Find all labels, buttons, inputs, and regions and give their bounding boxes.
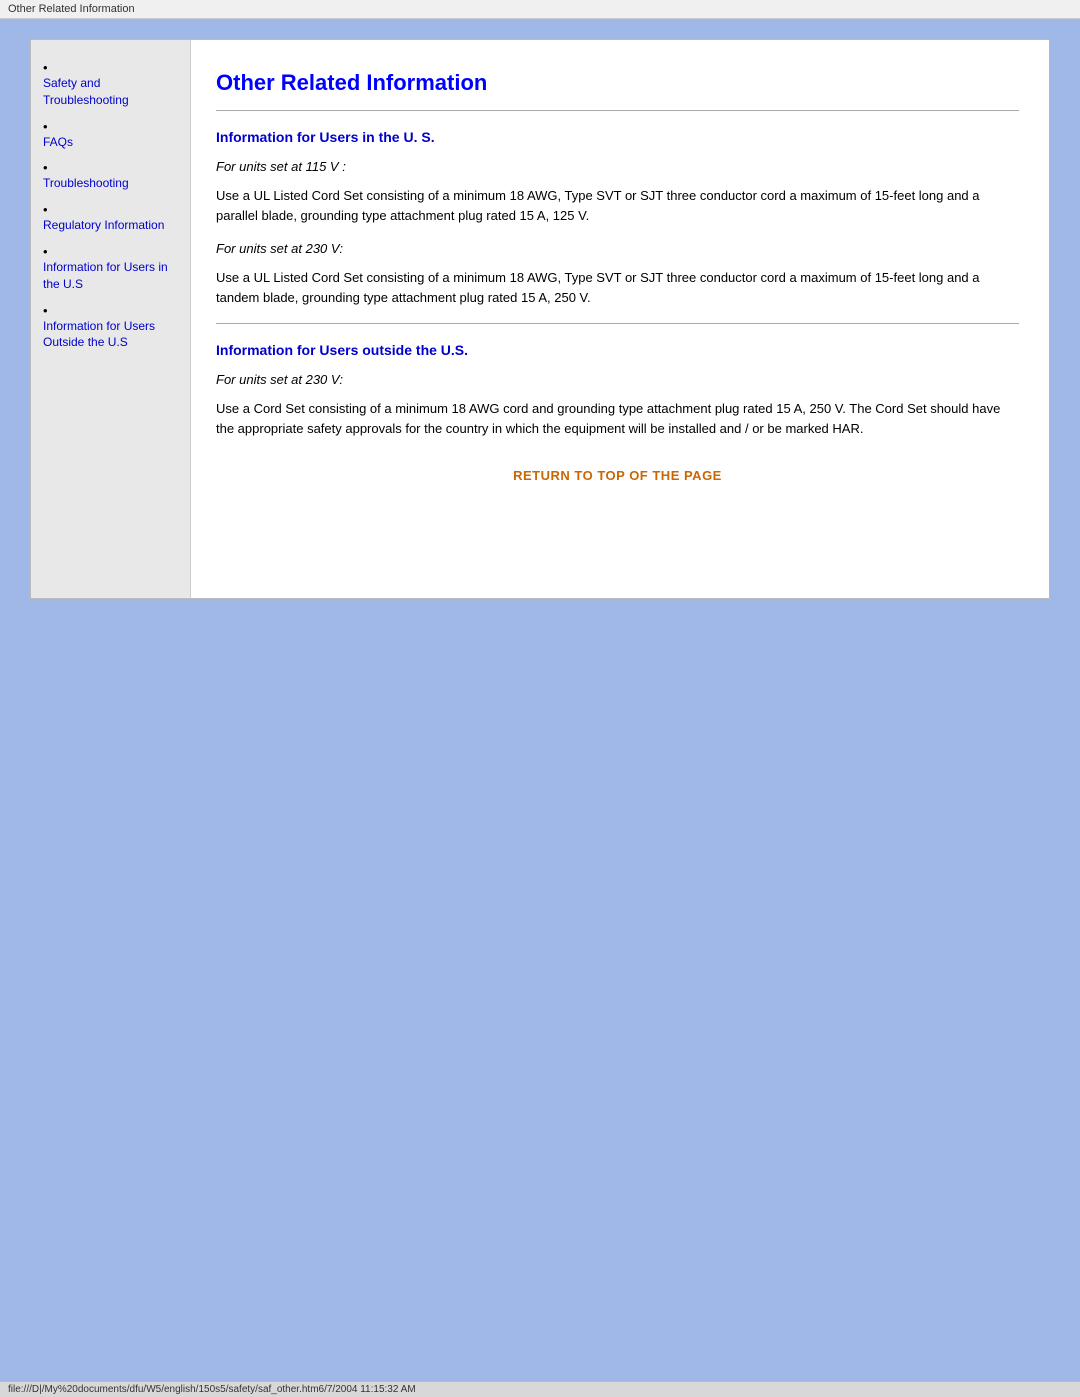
section1-note1: For units set at 115 V : [216,159,1019,174]
main-wrapper: Safety and Troubleshooting FAQs Troubles… [30,39,1050,599]
sidebar: Safety and Troubleshooting FAQs Troubles… [31,40,191,598]
section2-note1: For units set at 230 V: [216,372,1019,387]
sidebar-item-info-outside[interactable]: Information for Users Outside the U.S [43,303,178,352]
sidebar-link-info-us[interactable]: Information for Users in the U.S [43,259,178,293]
sidebar-item-faqs[interactable]: FAQs [43,119,178,151]
section1-title: Information for Users in the U. S. [216,129,1019,145]
title-bar: Other Related Information [0,0,1080,19]
title-bar-text: Other Related Information [8,3,135,15]
page-title: Other Related Information [216,70,1019,96]
section2-body1: Use a Cord Set consisting of a minimum 1… [216,399,1019,438]
divider-top [216,110,1019,111]
sidebar-link-regulatory[interactable]: Regulatory Information [43,217,178,234]
section1-body2: Use a UL Listed Cord Set consisting of a… [216,268,1019,307]
section1-body1: Use a UL Listed Cord Set consisting of a… [216,186,1019,225]
sidebar-item-info-us[interactable]: Information for Users in the U.S [43,244,178,293]
divider-middle [216,323,1019,324]
sidebar-item-regulatory[interactable]: Regulatory Information [43,202,178,234]
sidebar-link-info-outside[interactable]: Information for Users Outside the U.S [43,318,178,352]
content-area: Other Related Information Information fo… [191,40,1049,598]
status-bar-text: file:///D|/My%20documents/dfu/W5/english… [8,1384,416,1395]
status-bar: file:///D|/My%20documents/dfu/W5/english… [0,1381,1080,1397]
sidebar-link-safety-troubleshooting[interactable]: Safety and Troubleshooting [43,75,178,109]
section2-title: Information for Users outside the U.S. [216,342,1019,358]
section1-note2: For units set at 230 V: [216,241,1019,256]
sidebar-link-faqs[interactable]: FAQs [43,134,178,151]
sidebar-item-safety-troubleshooting[interactable]: Safety and Troubleshooting [43,60,178,109]
return-to-top-link[interactable]: RETURN TO TOP OF THE PAGE [216,468,1019,483]
sidebar-link-troubleshooting[interactable]: Troubleshooting [43,175,178,192]
sidebar-item-troubleshooting[interactable]: Troubleshooting [43,160,178,192]
